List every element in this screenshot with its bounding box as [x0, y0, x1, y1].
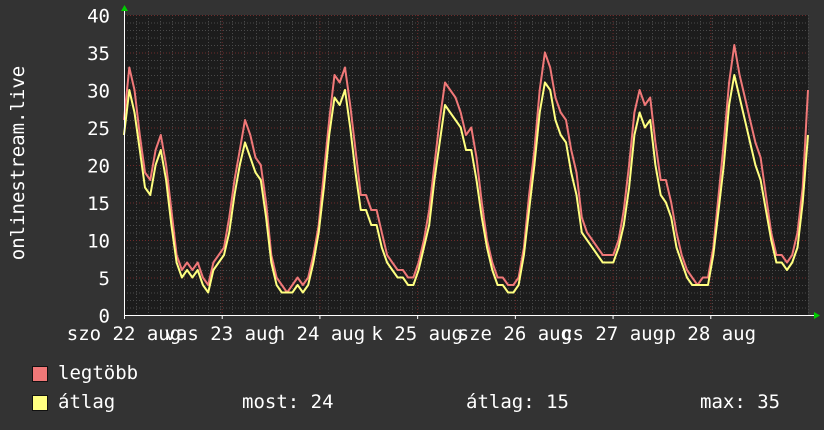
- x-tick-label: sze 26 aug: [458, 323, 572, 345]
- x-tick-label: vas 23 aug: [165, 323, 279, 345]
- y-tick-label: 25: [87, 118, 110, 140]
- y-tick-label: 5: [99, 268, 110, 290]
- x-tick-label: h 24 aug: [274, 323, 366, 345]
- y-tick-label: 35: [87, 43, 110, 65]
- y-tick-label: 40: [87, 6, 110, 28]
- x-tick-label: k 25 aug: [371, 323, 463, 345]
- y-tick-label: 10: [87, 231, 110, 253]
- legend-label-legtobb: legtöbb: [58, 362, 139, 384]
- y-tick-label: 20: [87, 156, 110, 178]
- legend-label-atlag: átlag: [58, 391, 116, 413]
- y-tick-label: 15: [87, 193, 110, 215]
- y-axis-label: onlinestream.live: [7, 65, 29, 261]
- legend-swatch-atlag: [32, 395, 48, 411]
- x-tick-label: cs 27 aug: [561, 323, 664, 345]
- y-tick-label: 30: [87, 81, 110, 103]
- x-tick-label: p 28 aug: [665, 323, 757, 345]
- y-axis-arrow: [121, 5, 128, 11]
- stat-max: max: 35: [700, 391, 781, 413]
- stat-atlag: átlag: 15: [466, 391, 569, 413]
- x-axis-arrow: [814, 312, 820, 319]
- stat-most: most: 24: [242, 391, 334, 413]
- legend-swatch-legtobb: [32, 366, 48, 382]
